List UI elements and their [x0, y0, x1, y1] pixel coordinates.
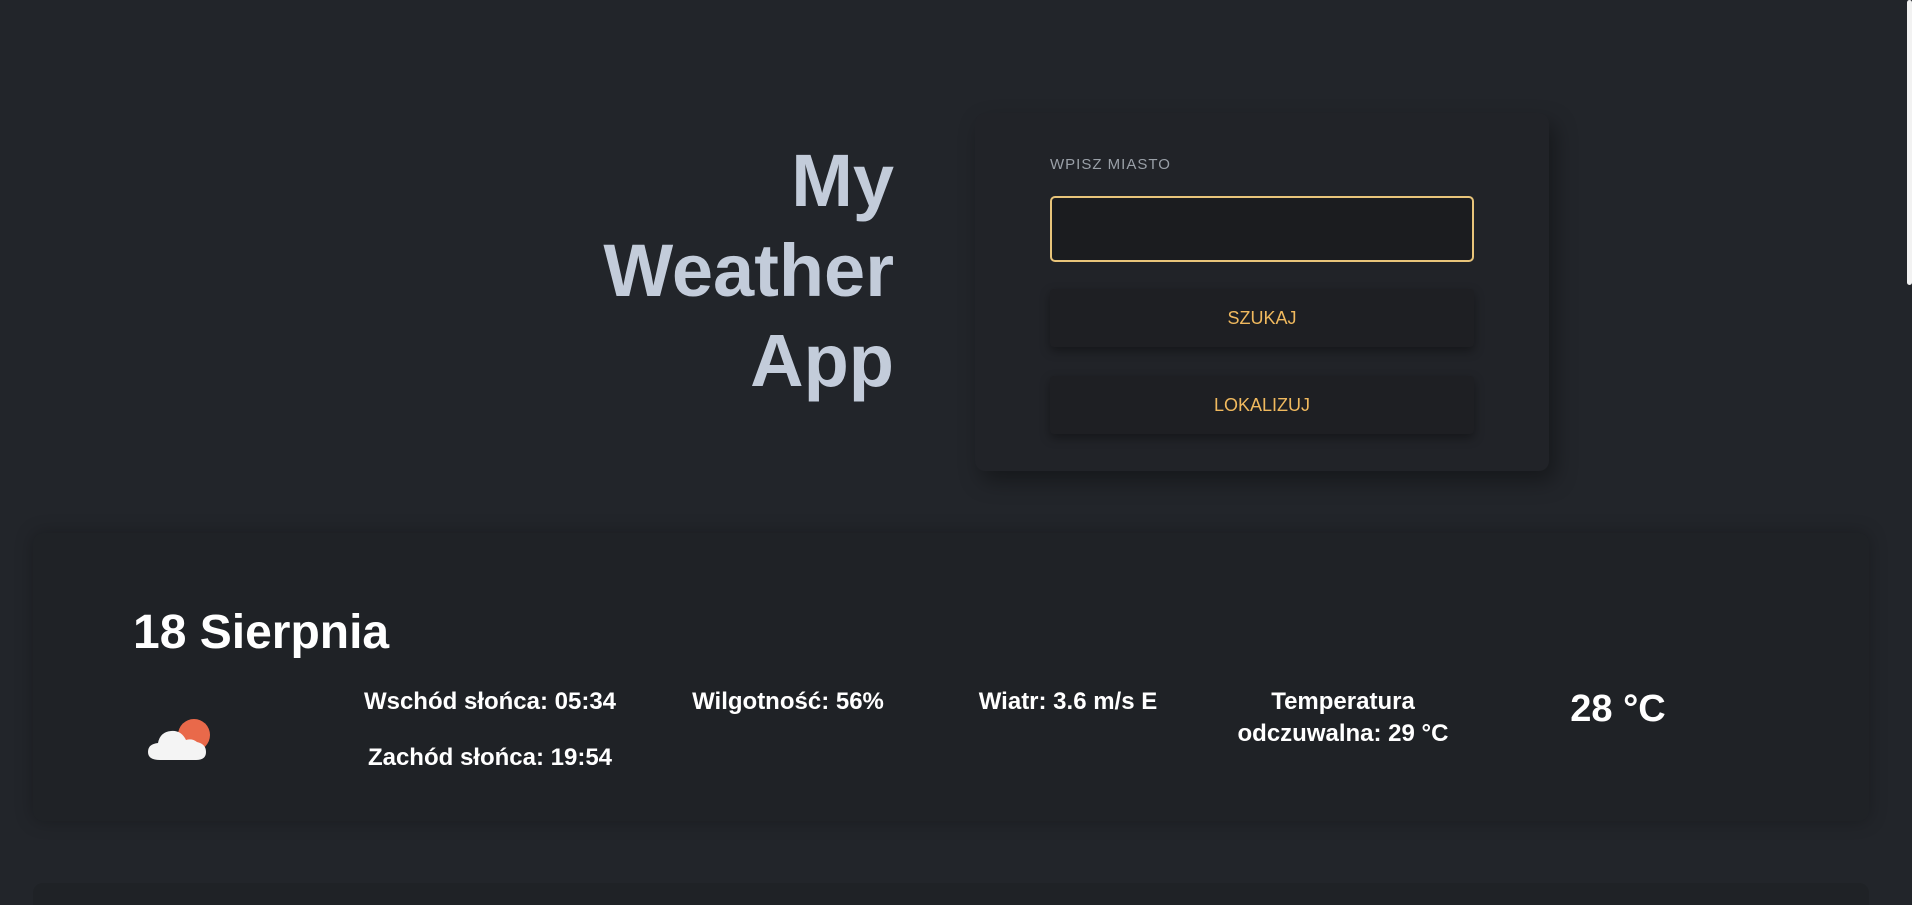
weather-card: 18 Sierpnia Wschód słońca: 05:34 Zachód …: [33, 533, 1869, 821]
weather-app-page: My Weather App WPISZ MIASTO SZUKAJ LOKAL…: [0, 0, 1912, 905]
scrollbar[interactable]: [1906, 0, 1912, 905]
search-panel: WPISZ MIASTO SZUKAJ LOKALIZUJ: [975, 113, 1549, 471]
date-heading: 18 Sierpnia: [133, 606, 390, 659]
partly-cloudy-icon: [148, 719, 210, 760]
search-button[interactable]: SZUKAJ: [1050, 289, 1474, 347]
feels-like-text: Temperatura odczuwalna: 29 °C: [1237, 688, 1449, 747]
locate-button[interactable]: LOKALIZUJ: [1050, 376, 1474, 434]
scrollbar-thumb[interactable]: [1907, 0, 1912, 285]
humidity-text: Wilgotność: 56%: [692, 688, 884, 715]
next-weather-card: [33, 883, 1869, 905]
sunrise-text: Wschód słońca: 05:34: [363, 688, 617, 715]
temperature-value: 28 °C: [1570, 688, 1666, 730]
sunset-text: Zachód słońca: 19:54: [367, 744, 613, 771]
city-search-input[interactable]: [1050, 196, 1474, 262]
app-title: My Weather App: [603, 139, 894, 402]
wind-text: Wiatr: 3.6 m/s E: [978, 688, 1158, 715]
city-field-label: WPISZ MIASTO: [1050, 156, 1171, 173]
